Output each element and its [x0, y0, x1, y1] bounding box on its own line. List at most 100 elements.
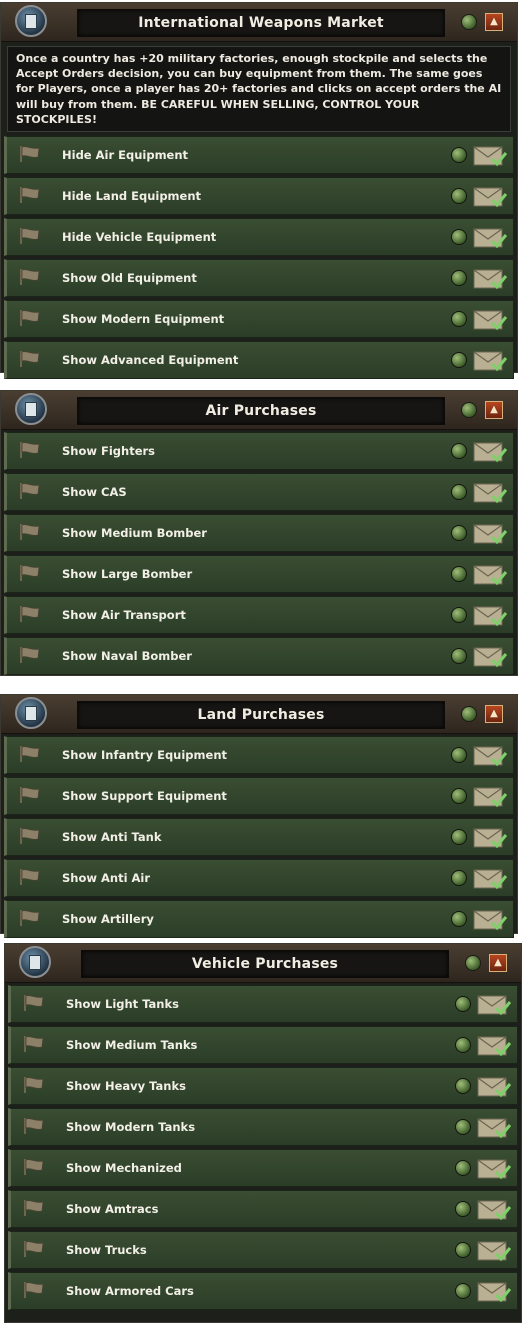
decision-row[interactable]: Show Armored Cars	[8, 1272, 518, 1310]
status-dot-icon[interactable]	[461, 706, 477, 722]
envelope-check-icon[interactable]	[473, 481, 508, 505]
decision-label: Hide Vehicle Equipment	[62, 230, 217, 245]
envelope-check-icon[interactable]	[473, 867, 508, 891]
status-dot-icon	[451, 788, 467, 804]
status-dot-icon	[451, 525, 467, 541]
envelope-check-icon[interactable]	[477, 1280, 512, 1304]
decision-row[interactable]: Show Fighters	[4, 432, 514, 470]
status-dot-icon	[451, 352, 467, 369]
envelope-check-icon[interactable]	[473, 144, 508, 168]
collapse-button[interactable]: ▲	[485, 13, 503, 31]
envelope-check-icon[interactable]	[473, 826, 508, 850]
decision-label: Show Amtracs	[66, 1202, 159, 1216]
panel-air-purchases: Air Purchases ▲ Show Fighters Show CAS Sho…	[0, 390, 518, 676]
decision-row[interactable]: Show Light Tanks	[8, 985, 518, 1023]
decision-row[interactable]: Hide Vehicle Equipment	[4, 218, 514, 257]
envelope-check-icon[interactable]	[473, 908, 508, 932]
envelope-check-icon[interactable]	[477, 1239, 512, 1263]
decision-row[interactable]: Show Support Equipment	[4, 777, 514, 815]
decision-label: Show Medium Bomber	[62, 526, 207, 540]
decision-label: Show Light Tanks	[66, 997, 179, 1011]
envelope-check-icon[interactable]	[477, 1157, 512, 1181]
flag-icon	[23, 1159, 45, 1175]
envelope-check-icon[interactable]	[473, 440, 508, 464]
flag-icon	[19, 524, 41, 540]
decision-row[interactable]: Show Medium Bomber	[4, 514, 514, 552]
envelope-check-icon[interactable]	[473, 308, 508, 332]
status-dot-icon[interactable]	[465, 955, 481, 971]
status-dot-icon	[451, 870, 467, 886]
status-dot-icon	[451, 270, 467, 287]
envelope-check-icon[interactable]	[473, 604, 508, 628]
envelope-check-icon[interactable]	[473, 645, 508, 669]
decision-row[interactable]: Show Anti Tank	[4, 818, 514, 856]
envelope-check-icon[interactable]	[473, 349, 508, 373]
flag-icon	[19, 187, 41, 204]
decision-row[interactable]: Show Old Equipment	[4, 259, 514, 298]
status-dot-icon[interactable]	[461, 402, 477, 418]
decision-label: Show Infantry Equipment	[62, 748, 227, 762]
decision-row[interactable]: Hide Air Equipment	[4, 136, 514, 175]
decision-label: Show Modern Tanks	[66, 1120, 196, 1134]
envelope-check-icon[interactable]	[477, 1075, 512, 1099]
status-dot-icon	[451, 484, 467, 500]
decision-row[interactable]: Hide Land Equipment	[4, 177, 514, 216]
envelope-check-icon[interactable]	[473, 785, 508, 809]
decision-label: Show Air Transport	[62, 608, 186, 622]
decision-row[interactable]: Show Modern Tanks	[8, 1108, 518, 1146]
flag-icon	[19, 483, 41, 499]
panel-title: Vehicle Purchases	[81, 950, 449, 978]
envelope-check-icon[interactable]	[473, 267, 508, 291]
status-dot-icon	[451, 607, 467, 623]
envelope-check-icon[interactable]	[477, 1198, 512, 1222]
status-dot-icon[interactable]	[461, 14, 477, 30]
status-dot-icon	[455, 1037, 471, 1053]
collapse-button[interactable]: ▲	[485, 401, 503, 419]
envelope-check-icon[interactable]	[473, 563, 508, 587]
panel-header: Air Purchases ▲	[1, 391, 517, 430]
decision-label: Show CAS	[62, 485, 127, 499]
decision-row[interactable]: Show CAS	[4, 473, 514, 511]
envelope-check-icon[interactable]	[473, 185, 508, 209]
status-dot-icon	[451, 229, 467, 246]
status-dot-icon	[451, 188, 467, 205]
envelope-check-icon[interactable]	[477, 993, 512, 1017]
flag-icon	[19, 310, 41, 327]
decision-row[interactable]: Show Amtracs	[8, 1190, 518, 1228]
decision-row[interactable]: Show Air Transport	[4, 596, 514, 634]
decision-label: Show Mechanized	[66, 1161, 182, 1175]
envelope-check-icon[interactable]	[473, 522, 508, 546]
flag-icon	[23, 1077, 45, 1093]
decision-row[interactable]: Show Naval Bomber	[4, 637, 514, 675]
decision-row[interactable]: Show Medium Tanks	[8, 1026, 518, 1064]
decision-row[interactable]: Show Anti Air	[4, 859, 514, 897]
decision-row[interactable]: Show Large Bomber	[4, 555, 514, 593]
decision-row[interactable]: Show Mechanized	[8, 1149, 518, 1187]
panel-title: Land Purchases	[77, 701, 445, 729]
decision-label: Show Naval Bomber	[62, 649, 192, 663]
envelope-check-icon[interactable]	[473, 744, 508, 768]
panel-title: Air Purchases	[77, 397, 445, 425]
decision-row[interactable]: Show Trucks	[8, 1231, 518, 1269]
collapse-button[interactable]: ▲	[489, 954, 507, 972]
collapse-button[interactable]: ▲	[485, 705, 503, 723]
decision-label: Show Trucks	[66, 1243, 147, 1257]
document-emblem-icon	[15, 697, 47, 729]
decision-row[interactable]: Show Artillery	[4, 900, 514, 938]
decision-row[interactable]: Show Heavy Tanks	[8, 1067, 518, 1105]
decision-row[interactable]: Show Infantry Equipment	[4, 736, 514, 774]
status-dot-icon	[455, 1201, 471, 1217]
decision-label: Show Anti Air	[62, 871, 151, 885]
flag-icon	[23, 1118, 45, 1134]
panel-header: International Weapons Market ▲	[1, 3, 517, 42]
envelope-check-icon[interactable]	[477, 1034, 512, 1058]
status-dot-icon	[455, 1283, 471, 1299]
decision-list: Show Fighters Show CAS Show Medium Bomber S…	[1, 430, 517, 675]
flag-icon	[19, 228, 41, 245]
envelope-check-icon[interactable]	[473, 226, 508, 250]
decision-row[interactable]: Show Modern Equipment	[4, 300, 514, 339]
decision-label: Show Support Equipment	[62, 789, 227, 803]
envelope-check-icon[interactable]	[477, 1116, 512, 1140]
decision-label: Hide Land Equipment	[62, 189, 202, 204]
decision-row[interactable]: Show Advanced Equipment	[4, 341, 514, 380]
